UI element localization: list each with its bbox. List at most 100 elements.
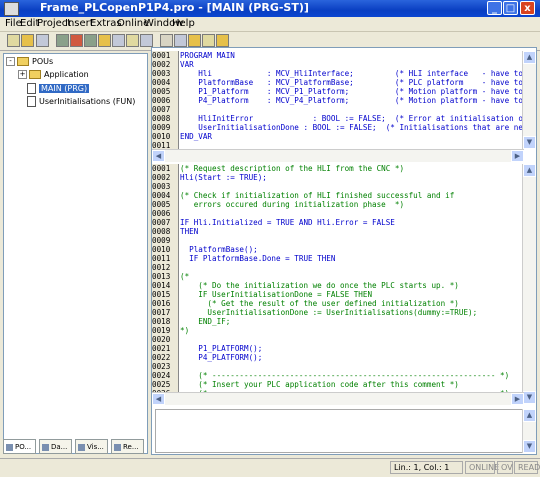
run-icon[interactable] — [84, 34, 97, 47]
line-number: 0018 — [152, 317, 179, 326]
code-line[interactable]: 0010 PlatformBase(); — [152, 245, 524, 254]
code-line[interactable]: 0024 (* --------------------------------… — [152, 371, 524, 380]
save-icon[interactable] — [36, 34, 49, 47]
tree-item-label: UserInitialisations (FUN) — [39, 97, 136, 106]
datatype-tab-icon — [42, 443, 49, 451]
code-line[interactable]: 0004 PlatformBase : MCV_PlatformBase; (*… — [152, 78, 524, 87]
message-vscrollbar[interactable]: ▲ ▼ — [522, 409, 536, 453]
tab-resources[interactable]: Re... — [111, 439, 144, 454]
monitor-icon[interactable] — [140, 34, 153, 47]
code-line[interactable]: 0009 — [152, 236, 524, 245]
code-line[interactable]: 0007 — [152, 105, 524, 114]
status-bar: Lin.: 1, Col.: 1 ONLINE OV READ — [0, 458, 540, 477]
declaration-vscrollbar[interactable]: ▲ ▼ — [522, 51, 536, 149]
minimize-button[interactable]: _ — [487, 1, 502, 15]
code-line[interactable]: 0004 (* Check if initialization of HLI fi… — [152, 191, 524, 200]
code-line[interactable]: 0006 P4_Platform : MCV_P4_Platform; (* M… — [152, 96, 524, 105]
code-line[interactable]: 0001 PROGRAM MAIN — [152, 51, 524, 60]
app-icon[interactable] — [4, 2, 19, 16]
code-line[interactable]: 0021 P1_PLATFORM(); — [152, 344, 524, 353]
scroll-left-icon[interactable]: ◀ — [152, 393, 165, 405]
code-comment: (* Do the initialization we do once the … — [180, 281, 459, 290]
copy-icon[interactable] — [174, 34, 187, 47]
code-line[interactable]: 0005 P1_Platform : MCV_P1_Platform; (* M… — [152, 87, 524, 96]
code-line[interactable]: 0022 P4_PLATFORM(); — [152, 353, 524, 362]
code-line[interactable]: 0003 Hli : MCV_HliInterface; (* HLI inte… — [152, 69, 524, 78]
scroll-left-icon[interactable]: ◀ — [152, 150, 165, 162]
folder-icon — [29, 70, 41, 79]
tree-item-userinitialisations[interactable]: UserInitialisations (FUN) — [27, 96, 135, 108]
pou-tree[interactable]: - POUs + Application MAIN (PRG) UserInitia… — [3, 53, 148, 454]
close-button[interactable]: x — [520, 1, 535, 15]
open-icon[interactable] — [21, 34, 34, 47]
maximize-button[interactable]: □ — [503, 1, 518, 15]
body-vscrollbar[interactable]: ▲ ▼ — [522, 164, 536, 404]
logout-icon[interactable] — [98, 34, 111, 47]
scroll-up-icon[interactable]: ▲ — [523, 51, 536, 64]
find-next-icon[interactable] — [216, 34, 229, 47]
code-comment: (* — [180, 272, 190, 281]
code-line[interactable]: 0010 END_VAR — [152, 132, 524, 141]
code-comment: *) — [180, 326, 190, 335]
code-line[interactable]: 0017 UserInitialisationDone := UserIniti… — [152, 308, 524, 317]
tree-item-label: MAIN (PRG) — [39, 84, 90, 93]
scroll-right-icon[interactable]: ▶ — [511, 150, 524, 162]
declaration-pane[interactable]: 0001 PROGRAM MAIN 0002 VAR 0003 Hli : MCV_Hl… — [152, 51, 524, 149]
code-line[interactable]: 0003 — [152, 182, 524, 191]
new-icon[interactable] — [7, 34, 20, 47]
paste-icon[interactable] — [188, 34, 201, 47]
code-text: HliInitError : BOOL := FALSE; (* Error a… — [180, 114, 524, 123]
tab-pous[interactable]: PO... — [3, 439, 36, 454]
scroll-right-icon[interactable]: ▶ — [511, 393, 524, 405]
code-line[interactable]: 0012 — [152, 263, 524, 272]
message-pane[interactable] — [155, 409, 525, 453]
code-line[interactable]: 0007 IF Hli.Initialized = TRUE AND Hli.Er… — [152, 218, 524, 227]
tab-visualizations[interactable]: Vis... — [75, 439, 108, 454]
title-bar[interactable]: Frame_PLCopenP1P4.pro - [MAIN (PRG-ST)] … — [0, 0, 540, 17]
stop-icon[interactable] — [70, 34, 83, 47]
code-line[interactable]: 0020 — [152, 335, 524, 344]
scroll-down-icon[interactable]: ▼ — [523, 136, 536, 149]
code-comment: errors occured during initialization pha… — [180, 200, 405, 209]
scroll-up-icon[interactable]: ▲ — [523, 164, 536, 177]
scroll-down-icon[interactable]: ▼ — [523, 440, 536, 453]
tree-item-application[interactable]: + Application — [18, 70, 89, 82]
tree-root-pous[interactable]: - POUs — [6, 57, 53, 69]
code-line[interactable]: 0025 (* Insert your PLC application code… — [152, 380, 524, 389]
code-line[interactable]: 0016 (* Get the result of the user defin… — [152, 299, 524, 308]
cut-icon[interactable] — [160, 34, 173, 47]
tree-item-main[interactable]: MAIN (PRG) — [27, 83, 90, 95]
code-line[interactable]: 0008 HliInitError : BOOL := FALSE; (* Er… — [152, 114, 524, 123]
code-line[interactable]: 0011 IF PlatformBase.Done = TRUE THEN — [152, 254, 524, 263]
code-line[interactable]: 0009 UserInitialisationDone : BOOL := FA… — [152, 123, 524, 132]
find-icon[interactable] — [202, 34, 215, 47]
code-text: IF Hli.Initialized = TRUE AND Hli.Error … — [180, 218, 395, 227]
code-line[interactable]: 0005 errors occured during initializatio… — [152, 200, 524, 209]
expand-icon[interactable]: + — [18, 70, 27, 79]
code-line[interactable]: 0008 THEN — [152, 227, 524, 236]
code-line[interactable]: 0014 (* Do the initialization we do once… — [152, 281, 524, 290]
body-hscrollbar[interactable]: ◀ ▶ — [152, 392, 524, 405]
collapse-icon[interactable]: - — [6, 57, 15, 66]
scroll-up-icon[interactable]: ▲ — [523, 409, 536, 422]
step-icon[interactable] — [112, 34, 125, 47]
body-pane[interactable]: 0001 (* Request description of the HLI fr… — [152, 164, 524, 404]
code-line[interactable]: 0023 — [152, 362, 524, 371]
scroll-down-icon[interactable]: ▼ — [523, 391, 536, 404]
breakpoint-icon[interactable] — [126, 34, 139, 47]
line-number: 0004 — [152, 191, 179, 200]
code-line[interactable]: 0002 Hli(Start := TRUE); — [152, 173, 524, 182]
tab-datatypes[interactable]: Da... — [39, 439, 72, 454]
code-line[interactable]: 0002 VAR — [152, 60, 524, 69]
login-icon[interactable] — [56, 34, 69, 47]
code-line[interactable]: 0013 (* — [152, 272, 524, 281]
code-line[interactable]: 0019 *) — [152, 326, 524, 335]
menu-help[interactable]: Help — [172, 18, 195, 29]
code-text: VAR — [180, 60, 194, 69]
code-line[interactable]: 0015 IF UserInitialisationDone = FALSE T… — [152, 290, 524, 299]
code-line[interactable]: 0018 END_IF; — [152, 317, 524, 326]
code-line[interactable]: 0011 — [152, 141, 524, 149]
code-line[interactable]: 0001 (* Request description of the HLI fr… — [152, 164, 524, 173]
declaration-hscrollbar[interactable]: ◀ ▶ — [152, 149, 524, 162]
code-line[interactable]: 0006 — [152, 209, 524, 218]
